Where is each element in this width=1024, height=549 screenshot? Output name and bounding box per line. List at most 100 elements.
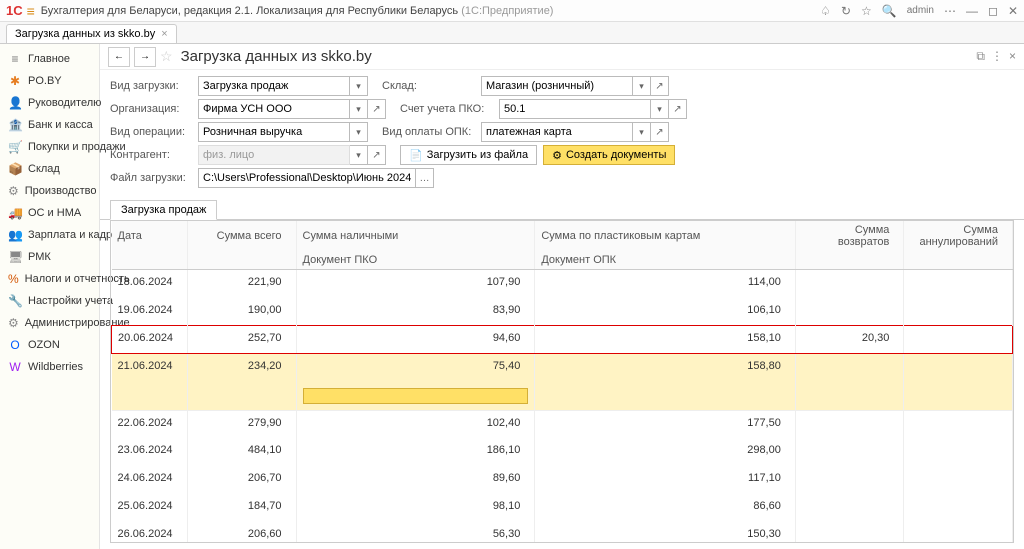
cell-annul[interactable] bbox=[904, 270, 1013, 298]
sidebar-item[interactable]: ≡Главное bbox=[0, 48, 99, 70]
dropdown-icon[interactable]: ▾ bbox=[633, 122, 651, 142]
open-external-icon[interactable]: ⧉ bbox=[976, 49, 985, 64]
field-vid-operacii[interactable] bbox=[198, 122, 350, 142]
cell-date[interactable]: 22.06.2024 bbox=[112, 410, 188, 438]
cell-annul[interactable] bbox=[904, 354, 1013, 382]
active-tab[interactable]: Загрузка данных из skko.by × bbox=[6, 24, 177, 43]
field-schet-pko[interactable] bbox=[499, 99, 651, 119]
cell-total[interactable]: 206,60 bbox=[187, 522, 296, 543]
cell-annul[interactable] bbox=[904, 466, 1013, 494]
cell-card[interactable]: 177,50 bbox=[535, 410, 796, 438]
field-fajl-zagruzki[interactable] bbox=[198, 168, 416, 188]
cell-card[interactable]: 158,10 bbox=[535, 326, 796, 354]
cell-total[interactable]: 279,90 bbox=[187, 410, 296, 438]
open-ref-icon[interactable]: ↗ bbox=[651, 122, 669, 142]
sidebar-item[interactable]: 👤Руководителю bbox=[0, 92, 99, 114]
cell-cash[interactable]: 89,60 bbox=[296, 466, 535, 494]
col-sum-annul[interactable]: Сумма аннулирований bbox=[904, 221, 1013, 251]
cell-card[interactable]: 117,10 bbox=[535, 466, 796, 494]
sidebar-item[interactable]: 🔧Настройки учета bbox=[0, 290, 99, 312]
table-row[interactable]: 18.06.2024221,90107,90114,00 bbox=[112, 270, 1013, 298]
table-row[interactable]: 21.06.2024234,2075,40158,80 bbox=[112, 354, 1013, 382]
cell-cash[interactable]: 186,10 bbox=[296, 438, 535, 466]
cell-date[interactable]: 23.06.2024 bbox=[112, 438, 188, 466]
field-organizaciya[interactable] bbox=[198, 99, 350, 119]
history-icon[interactable]: ↻ bbox=[841, 4, 851, 18]
table-row[interactable]: 22.06.2024279,90102,40177,50 bbox=[112, 410, 1013, 438]
cell-returns[interactable] bbox=[795, 522, 904, 543]
tab-close-icon[interactable]: × bbox=[161, 28, 167, 40]
field-vid-zagruzki[interactable] bbox=[198, 76, 350, 96]
table-row[interactable]: 19.06.2024190,0083,90106,10 bbox=[112, 298, 1013, 326]
dropdown-icon[interactable]: ▾ bbox=[350, 99, 368, 119]
table-row[interactable]: 26.06.2024206,6056,30150,30 bbox=[112, 522, 1013, 543]
notifications-icon[interactable]: ♤ bbox=[820, 4, 831, 18]
cell-date[interactable]: 21.06.2024 bbox=[112, 354, 188, 382]
field-sklad[interactable] bbox=[481, 76, 633, 96]
dropdown-icon[interactable]: ▾ bbox=[350, 122, 368, 142]
maximize-icon[interactable]: ◻ bbox=[988, 4, 998, 18]
sidebar-item[interactable]: 🛒Покупки и продажи bbox=[0, 136, 99, 158]
cell-card[interactable]: 106,10 bbox=[535, 298, 796, 326]
cell-total[interactable]: 184,70 bbox=[187, 494, 296, 522]
col-date[interactable]: Дата bbox=[112, 221, 188, 251]
cell-date[interactable]: 24.06.2024 bbox=[112, 466, 188, 494]
col-sum-card[interactable]: Сумма по пластиковым картам bbox=[535, 221, 796, 251]
table-row[interactable]: 24.06.2024206,7089,60117,10 bbox=[112, 466, 1013, 494]
cell-total[interactable]: 234,20 bbox=[187, 354, 296, 382]
cell-cash[interactable]: 102,40 bbox=[296, 410, 535, 438]
minimize-icon[interactable]: — bbox=[966, 4, 978, 18]
cell-cash[interactable]: 75,40 bbox=[296, 354, 535, 382]
open-ref-icon[interactable]: ↗ bbox=[669, 99, 687, 119]
table-row[interactable]: 25.06.2024184,7098,1086,60 bbox=[112, 494, 1013, 522]
cell-total[interactable]: 221,90 bbox=[187, 270, 296, 298]
cell-returns[interactable]: 20,30 bbox=[795, 326, 904, 354]
nav-forward-button[interactable]: → bbox=[134, 47, 156, 67]
settings-icon[interactable]: ⋯ bbox=[944, 4, 956, 18]
open-ref-icon[interactable]: ↗ bbox=[651, 76, 669, 96]
table-subrow[interactable] bbox=[112, 382, 1013, 411]
sidebar-item[interactable]: 👥Зарплата и кадры bbox=[0, 224, 99, 246]
cell-card[interactable]: 114,00 bbox=[535, 270, 796, 298]
table-row[interactable]: 23.06.2024484,10186,10298,00 bbox=[112, 438, 1013, 466]
cell-card[interactable]: 298,00 bbox=[535, 438, 796, 466]
dropdown-icon[interactable]: ▾ bbox=[633, 76, 651, 96]
sidebar-item[interactable]: ⚙Производство bbox=[0, 180, 99, 202]
sidebar-item[interactable]: ✱PO.BY bbox=[0, 70, 99, 92]
cell-cash[interactable]: 107,90 bbox=[296, 270, 535, 298]
sidebar-item[interactable]: ⚙Администрирование bbox=[0, 312, 99, 334]
cell-date[interactable]: 25.06.2024 bbox=[112, 494, 188, 522]
col-sum-cash[interactable]: Сумма наличными bbox=[296, 221, 535, 251]
cell-total[interactable]: 484,10 bbox=[187, 438, 296, 466]
dropdown-icon[interactable]: ▾ bbox=[651, 99, 669, 119]
col-sum-total[interactable]: Сумма всего bbox=[187, 221, 296, 251]
cell-card[interactable]: 150,30 bbox=[535, 522, 796, 543]
tab-zagruzka-prodazh[interactable]: Загрузка продаж bbox=[110, 200, 217, 220]
cell-annul[interactable] bbox=[904, 298, 1013, 326]
more-icon[interactable]: ⋮ bbox=[991, 49, 1003, 64]
cell-total[interactable]: 252,70 bbox=[187, 326, 296, 354]
cell-date[interactable]: 19.06.2024 bbox=[112, 298, 188, 326]
sidebar-item[interactable]: WWildberries bbox=[0, 356, 99, 378]
cell-annul[interactable] bbox=[904, 410, 1013, 438]
cell-date[interactable]: 26.06.2024 bbox=[112, 522, 188, 543]
cell-annul[interactable] bbox=[904, 494, 1013, 522]
favorites-icon[interactable]: ☆ bbox=[861, 4, 872, 18]
cell-returns[interactable] bbox=[795, 298, 904, 326]
cell-returns[interactable] bbox=[795, 494, 904, 522]
col-doc-opk[interactable]: Документ ОПК bbox=[535, 251, 796, 270]
sidebar-item[interactable]: 🏦Банк и касса bbox=[0, 114, 99, 136]
cell-card[interactable]: 158,80 bbox=[535, 354, 796, 382]
cell-date[interactable]: 18.06.2024 bbox=[112, 270, 188, 298]
sidebar-item[interactable]: 🖥РМК bbox=[0, 246, 99, 268]
sidebar-item[interactable]: 📦Склад bbox=[0, 158, 99, 180]
search-icon[interactable]: 🔍 bbox=[882, 4, 897, 18]
col-sum-returns[interactable]: Сумма возвратов bbox=[795, 221, 904, 251]
cell-returns[interactable] bbox=[795, 466, 904, 494]
close-page-icon[interactable]: × bbox=[1009, 49, 1016, 64]
browse-icon[interactable]: … bbox=[416, 168, 434, 188]
cell-returns[interactable] bbox=[795, 410, 904, 438]
cell-annul[interactable] bbox=[904, 438, 1013, 466]
nav-back-button[interactable]: ← bbox=[108, 47, 130, 67]
menu-icon[interactable]: ≡ bbox=[27, 3, 35, 19]
